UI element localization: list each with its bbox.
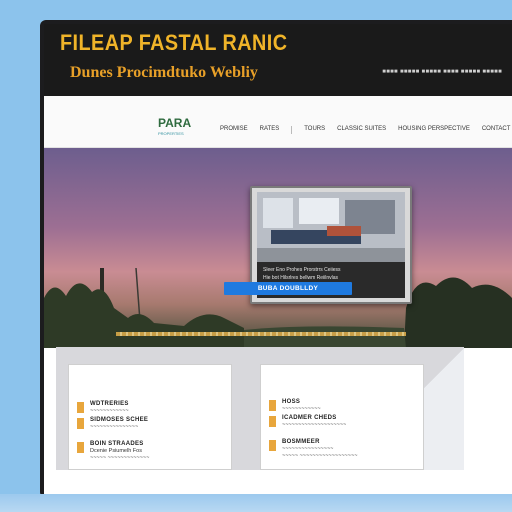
card-item-text: ~~~~~~~~~~~~~~~~ — [282, 446, 334, 452]
bullet-icon — [269, 440, 276, 451]
card-item: SIDMOSES SCHEE ~~~~~~~~~~~~~~~ — [77, 417, 148, 431]
nav-menu: PROMISE RATES TOURS CLASSIC SUITES HOUSI… — [220, 126, 510, 134]
featured-listing-photo — [257, 192, 405, 262]
card-item: HOSS ~~~~~~~~~~~~ — [269, 399, 321, 413]
card-item-text: ~~~~~~~~~~~~ — [90, 408, 129, 414]
bullet-icon — [269, 400, 276, 411]
card-item-heading: SIDMOSES SCHEE — [90, 417, 149, 423]
caption-line: Sleer Eno Prohes Prorstrrs Ceiiess — [263, 267, 341, 273]
card-item: WDTRERIES ~~~~~~~~~~~~ — [77, 401, 129, 415]
hero-cta-button[interactable]: BUBA DOUBLLDY — [224, 282, 352, 295]
site-title: FILEAP FASTAL RANIC — [60, 30, 288, 55]
nav-item-rates[interactable]: RATES — [260, 126, 280, 134]
card-item-text: ~~~~~ ~~~~~~~~~~~~~~~~~~ — [282, 453, 358, 459]
card-item-text: ~~~~~~~~~~~~~~~ — [90, 424, 139, 430]
card-item: ICADMER CHEDS ~~~~~~~~~~~~~~~~~~~~ — [269, 415, 346, 429]
bullet-icon — [269, 416, 276, 427]
header-utility-links[interactable]: ■■■■ ■■■■■ ■■■■■ ■■■■ ■■■■■ ■■■■■ — [382, 69, 502, 75]
site-header: FILEAP FASTAL RANIC Dunes Procimdtuko We… — [44, 24, 512, 96]
nav-item-promise[interactable]: PROMISE — [220, 126, 248, 134]
card-item-text: ~~~~~~~~~~~~~~~~~~~~ — [282, 422, 347, 428]
card-item-text: Dcenie Psiumelh Fos — [90, 448, 142, 454]
card-item-heading: ICADMER CHEDS — [282, 415, 337, 421]
site-subtitle: Dunes Procimdtuko Webliy — [70, 64, 258, 81]
card-item-text: ~~~~~~~~~~~~ — [282, 406, 321, 412]
bullet-icon — [77, 402, 84, 413]
caption-line: Hie bot Hilsrlres bellwm Reiilnvlas — [263, 275, 339, 281]
main-navbar: PARA PROPERTIES PROMISE RATES TOURS CLAS… — [44, 96, 512, 148]
card-item-heading: HOSS — [282, 399, 301, 405]
laptop-base — [0, 494, 512, 512]
feature-card[interactable]: HOSS ~~~~~~~~~~~~ ICADMER CHEDS ~~~~~~~~… — [260, 364, 424, 470]
nav-item-classic-suites[interactable]: CLASSIC SUITES — [337, 126, 386, 134]
bullet-icon — [77, 418, 84, 429]
nav-item-housing[interactable]: HOUSING PERSPECTIVE — [398, 126, 470, 134]
card-item-heading: WDTRERIES — [90, 401, 129, 407]
nav-item-contact[interactable]: CONTACT — [482, 126, 511, 134]
nav-divider — [291, 126, 293, 134]
card-item-text: ~~~~~ ~~~~~~~~~~~~~ — [90, 455, 150, 461]
card-item-heading: BOSMMEER — [282, 439, 320, 445]
site-logo[interactable]: PARA PROPERTIES — [158, 114, 192, 136]
logo-mark: PARA — [158, 116, 192, 130]
section-divider — [116, 332, 406, 336]
feature-card[interactable]: WDTRERIES ~~~~~~~~~~~~ SIDMOSES SCHEE ~~… — [68, 364, 232, 470]
card-item-heading: BOIN STRAADES — [90, 441, 144, 447]
nav-item-tours[interactable]: TOURS — [304, 126, 325, 134]
card-item: BOIN STRAADES Dcenie Psiumelh Fos ~~~~~ … — [77, 441, 149, 462]
room-photo-image — [257, 192, 405, 262]
bullet-icon — [77, 442, 84, 453]
card-item: BOSMMEER ~~~~~~~~~~~~~~~~ ~~~~~ ~~~~~~~~… — [269, 439, 357, 460]
hero-banner: Sleer Eno Prohes Prorstrrs Ceiiess Hie b… — [44, 148, 512, 348]
logo-tagline: PROPERTIES — [158, 131, 184, 136]
